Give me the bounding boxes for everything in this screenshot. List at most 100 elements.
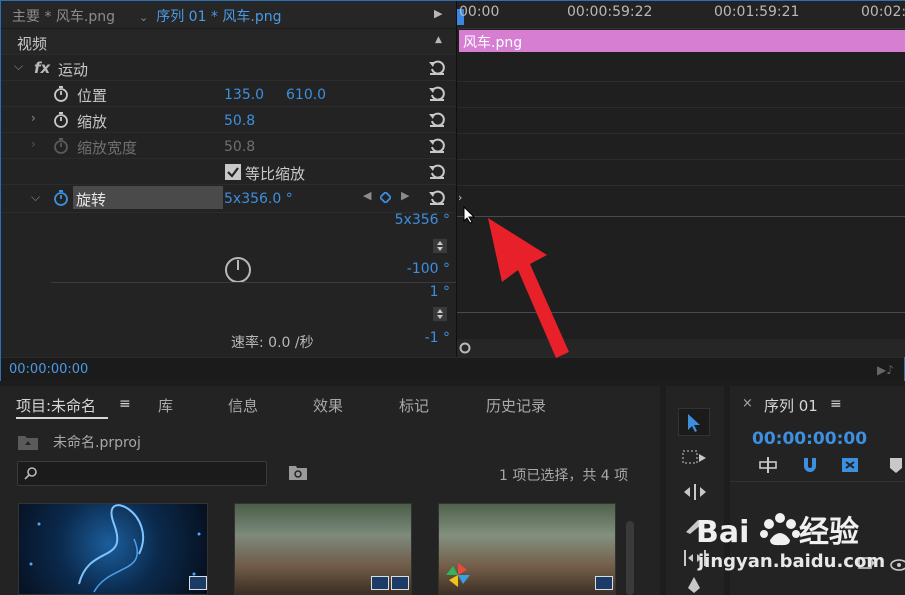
- sequence-tab-title[interactable]: 序列 01: [764, 395, 818, 416]
- tab-history[interactable]: 历史记录: [486, 395, 546, 416]
- chevron-down-icon[interactable]: ⌵: [31, 190, 40, 205]
- scale-row: › 缩放 50.8: [1, 107, 456, 133]
- media-thumbnail[interactable]: [234, 503, 412, 595]
- smoke-face-image: [29, 504, 201, 593]
- tab-effects[interactable]: 效果: [313, 395, 343, 416]
- reset-icon[interactable]: [428, 136, 446, 154]
- stopwatch-icon[interactable]: [53, 85, 69, 103]
- velocity-graph-max: 1 °: [429, 284, 450, 300]
- rotation-graph-max: 5x356 °: [394, 212, 450, 228]
- divider: [457, 133, 905, 134]
- play-triangle-icon[interactable]: ▶: [434, 7, 442, 20]
- divider: [457, 159, 905, 160]
- fx-icon[interactable]: fx: [34, 59, 50, 77]
- selection-status: 1 项已选择，共 4 项: [499, 468, 629, 484]
- folder-up-icon[interactable]: [18, 434, 38, 450]
- prev-keyframe-icon[interactable]: ◀: [363, 189, 371, 202]
- keyframe-marker-icon[interactable]: ›: [458, 191, 462, 204]
- divider: [730, 481, 905, 482]
- audio-scrub-icon[interactable]: ▶♪: [877, 363, 894, 377]
- effect-controls-panel: 主要 * 风车.png ⌄ 序列 01 * 风车.png ▶ 视频 ▲ ⌵ fx …: [0, 0, 905, 381]
- selection-tool[interactable]: [678, 408, 710, 436]
- graph-scale-icon[interactable]: [433, 307, 447, 321]
- panel-menu-icon[interactable]: ≡: [119, 396, 131, 412]
- media-thumbnail[interactable]: [18, 503, 208, 595]
- search-icon: [24, 467, 37, 480]
- property-list: 视频 ▲ ⌵ fx 运动 位置 135.0 610.0 › 缩放 50.8 › …: [1, 29, 456, 355]
- motion-label: 运动: [58, 61, 89, 79]
- next-keyframe-icon[interactable]: ▶: [401, 189, 409, 202]
- rotation-row: ⌵ 旋转 5x356.0 ° ◀ ▶: [1, 185, 456, 213]
- tab-sequence-label: 序列 01 * 风车.png: [156, 9, 282, 25]
- reset-icon[interactable]: [428, 84, 446, 102]
- svg-text:Bai: Bai: [696, 515, 749, 550]
- linked-selection-icon[interactable]: [840, 456, 860, 474]
- rotation-rate-label: 速率: 0.0 /秒: [231, 335, 314, 351]
- panel-menu-icon[interactable]: ≡: [830, 396, 842, 412]
- time-ruler[interactable]: 00:00 00:00:59:22 00:01:59:21 00:02:5: [457, 1, 905, 29]
- motion-effect-row[interactable]: ⌵ fx 运动: [1, 55, 456, 81]
- reset-icon[interactable]: [428, 188, 446, 206]
- add-keyframe-icon[interactable]: [380, 192, 391, 203]
- video-badge-icon: [371, 576, 389, 590]
- effect-controls-footer: 00:00:00:00 ▶♪: [1, 357, 904, 381]
- project-search-input[interactable]: [17, 461, 267, 486]
- close-icon[interactable]: ×: [742, 396, 753, 411]
- tab-main-clip[interactable]: 主要 * 风车.png: [12, 6, 115, 26]
- add-marker-icon[interactable]: [886, 456, 905, 474]
- insert-nest-icon[interactable]: [758, 456, 778, 474]
- uniform-scale-row: 等比缩放: [1, 159, 456, 185]
- project-scrollbar[interactable]: [626, 521, 634, 595]
- chevron-right-icon[interactable]: ›: [31, 111, 36, 125]
- clip-bar[interactable]: 风车.png: [459, 30, 905, 52]
- position-label: 位置: [77, 87, 108, 105]
- current-timecode[interactable]: 00:00:00:00: [9, 362, 88, 377]
- rotation-graph-min: -100 °: [406, 261, 450, 277]
- snap-magnet-icon[interactable]: [800, 456, 820, 474]
- stopwatch-icon: [54, 138, 68, 154]
- effect-controls-tabbar: 主要 * 风车.png ⌄ 序列 01 * 风车.png ▶: [1, 1, 456, 29]
- stopwatch-active-icon[interactable]: [53, 189, 69, 207]
- sequence-timecode[interactable]: 00:00:00:00: [752, 429, 867, 449]
- chevron-right-icon: ›: [31, 137, 36, 151]
- media-thumbnail[interactable]: [438, 503, 616, 595]
- track-select-tool[interactable]: [678, 444, 710, 472]
- divider: [51, 282, 456, 283]
- divider: [457, 81, 905, 82]
- position-x-value[interactable]: 135.0: [224, 87, 264, 103]
- uniform-scale-checkbox[interactable]: [225, 164, 241, 180]
- scale-width-value: 50.8: [224, 139, 256, 155]
- find-in-bin-icon[interactable]: [289, 466, 307, 480]
- rotation-value[interactable]: 5x356.0 °: [224, 191, 293, 207]
- tab-sequence-clip[interactable]: ⌄ 序列 01 * 风车.png: [139, 6, 281, 26]
- scale-value[interactable]: 50.8: [224, 113, 255, 129]
- tab-markers[interactable]: 标记: [399, 395, 429, 416]
- tab-project[interactable]: 项目:未命名: [16, 395, 96, 416]
- reset-icon[interactable]: [428, 110, 446, 128]
- chevron-down-icon[interactable]: ⌄: [139, 11, 148, 24]
- video-section-header: 视频 ▲: [1, 29, 456, 55]
- chevron-down-icon[interactable]: ⌵: [14, 59, 23, 74]
- baidu-jingyan-logo: Bai 经验: [696, 513, 859, 550]
- ruler-tick-label: 00:00:59:22: [567, 4, 653, 20]
- red-arrow-annotation: [488, 218, 569, 358]
- ruler-tick-label: 00:02:5: [861, 4, 905, 20]
- reset-icon[interactable]: [428, 58, 446, 76]
- rotation-detail: 5x356 ° -100 ° 1 ° 速率: 0.0 /秒 -1 °: [1, 212, 456, 355]
- clip-label: 风车.png: [463, 35, 523, 51]
- stopwatch-icon[interactable]: [53, 111, 69, 129]
- reset-icon[interactable]: [428, 162, 446, 180]
- rotation-dial-icon[interactable]: [224, 256, 252, 284]
- tab-info[interactable]: 信息: [228, 395, 258, 416]
- video-section-label: 视频: [17, 35, 48, 53]
- watermark-url: jingyan.baidu.com: [698, 551, 886, 572]
- uniform-scale-label: 等比缩放: [245, 165, 306, 183]
- active-tab-underline: [16, 417, 108, 419]
- scroll-up-icon[interactable]: ▲: [435, 35, 442, 45]
- position-y-value[interactable]: 610.0: [286, 87, 326, 103]
- arrow-cursor-icon: [688, 414, 700, 432]
- project-tabbar: 项目:未命名 ≡ 库 信息 效果 标记 历史记录: [0, 386, 660, 420]
- tab-library[interactable]: 库: [158, 395, 173, 416]
- position-row: 位置 135.0 610.0: [1, 81, 456, 107]
- graph-scale-icon[interactable]: [433, 239, 447, 253]
